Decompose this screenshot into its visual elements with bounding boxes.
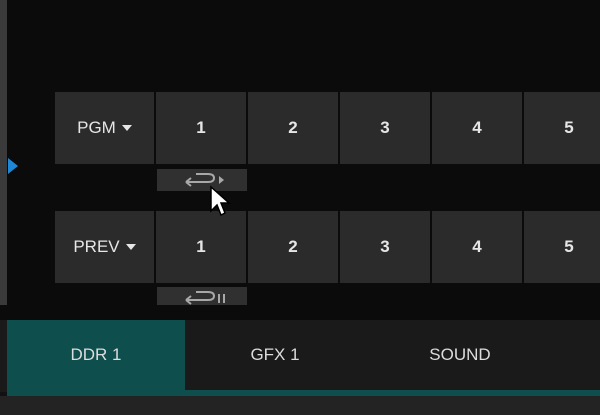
prev-source-button-4[interactable]: 4 <box>432 211 522 283</box>
tab-label: DDR 1 <box>70 345 122 364</box>
pgm-bus-dropdown[interactable]: PGM <box>55 92 154 164</box>
prev-source-button-2[interactable]: 2 <box>248 211 338 283</box>
prev-source-button-5[interactable]: 5 <box>524 211 600 283</box>
pgm-source-button-2[interactable]: 2 <box>248 92 338 164</box>
pgm-source-label: 4 <box>472 118 482 137</box>
chevron-down-icon <box>121 125 132 131</box>
left-panel-edge <box>0 0 7 305</box>
panel-expand-arrow-icon[interactable] <box>8 158 18 174</box>
pgm-source-button-5[interactable]: 5 <box>524 92 600 164</box>
mouse-pointer-icon <box>210 185 231 217</box>
pgm-source-button-3[interactable]: 3 <box>340 92 430 164</box>
media-tab-bar: DDR 1 GFX 1 SOUND <box>0 320 600 392</box>
tab-gfx-1[interactable]: GFX 1 <box>185 320 365 390</box>
pgm-bus-label: PGM <box>77 118 116 137</box>
pgm-source-label: 2 <box>288 118 298 137</box>
pgm-source-label: 1 <box>196 118 206 137</box>
prev-source-label: 4 <box>472 237 482 256</box>
preview-row: PREV 1 2 3 4 5 <box>55 211 600 283</box>
chevron-down-icon <box>125 244 136 250</box>
pgm-source-button-4[interactable]: 4 <box>432 92 522 164</box>
prev-source-button-1[interactable]: 1 <box>156 211 246 283</box>
prev-source-button-3[interactable]: 3 <box>340 211 430 283</box>
tab-sound[interactable]: SOUND <box>365 320 555 390</box>
bottom-panel-edge <box>0 396 600 415</box>
prev-source-label: 3 <box>380 237 390 256</box>
pgm-source-button-1[interactable]: 1 <box>156 92 246 164</box>
tab-ddr-1[interactable]: DDR 1 <box>7 320 185 390</box>
prev-source-label: 2 <box>288 237 298 256</box>
program-row: PGM 1 2 3 4 5 <box>55 92 600 164</box>
prev-bus-dropdown[interactable]: PREV <box>55 211 154 283</box>
separator <box>0 305 600 320</box>
pgm-source-label: 3 <box>380 118 390 137</box>
tab-label: GFX 1 <box>250 345 300 364</box>
prev-source-label: 5 <box>564 237 574 256</box>
prev-bus-label: PREV <box>73 237 120 256</box>
pgm-source-label: 5 <box>564 118 574 137</box>
tab-label: SOUND <box>429 345 491 364</box>
prev-source-label: 1 <box>196 237 206 256</box>
